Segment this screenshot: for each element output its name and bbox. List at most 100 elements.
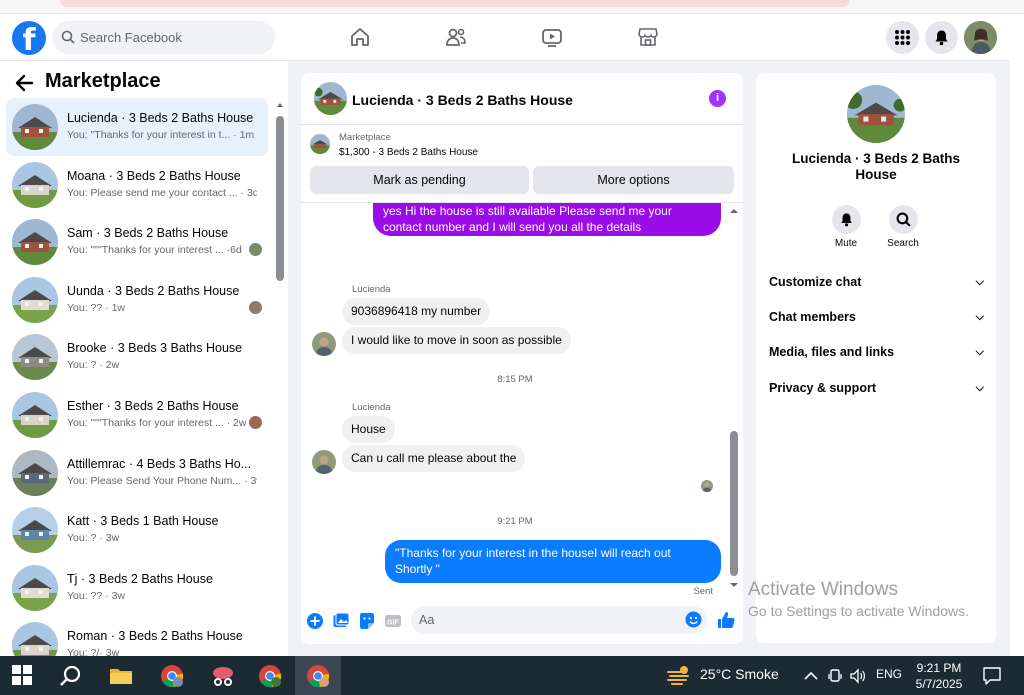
conversation-item[interactable]: Uunda · 3 Beds 2 Baths House You: ?? · 1w [6, 271, 268, 329]
emoji-icon[interactable] [685, 611, 702, 628]
conversation-item[interactable]: Attillemrac · 4 Beds 3 Baths Ho... You: P… [6, 444, 268, 502]
listing-thumbnail[interactable] [310, 134, 330, 154]
chat-members-row[interactable]: Chat members ⌵ [769, 306, 984, 328]
page-scrollbar[interactable] [1010, 14, 1024, 656]
weather-icon[interactable] [666, 664, 692, 688]
more-options-button[interactable]: More options [533, 166, 734, 194]
conversation-avatar[interactable] [12, 161, 58, 208]
plus-circle-icon[interactable] [306, 612, 324, 630]
profile-avatar[interactable] [964, 21, 997, 54]
mute-label: Mute [834, 238, 858, 249]
chat-title[interactable]: Lucienda · 3 Beds 2 Baths House [352, 92, 573, 108]
conversation-avatar[interactable] [12, 104, 58, 150]
file-explorer-button[interactable] [98, 656, 144, 695]
media-files-links-row[interactable]: Media, files and links ⌵ [769, 341, 984, 363]
sender-avatar-icon[interactable] [312, 332, 336, 356]
chevron-down-icon: ⌵ [975, 311, 984, 323]
language-indicator[interactable]: ENG [876, 667, 902, 681]
system-clock[interactable]: 9:21 PM 5/7/2025 [910, 660, 968, 692]
chevron-up-icon[interactable] [804, 670, 818, 682]
facebook-logo[interactable]: f [12, 21, 46, 55]
panel-avatar[interactable] [847, 85, 905, 143]
conversation-item[interactable]: Katt · 3 Beds 1 Bath House You: ? · 3w [6, 501, 268, 559]
conversation-avatar[interactable] [12, 449, 58, 496]
bell-icon [935, 30, 948, 46]
conversation-preview: You: ?/· 3w [67, 647, 120, 656]
conversation-item[interactable]: Roman · 3 Beds 2 Baths House You: ?/· 3w [6, 616, 268, 656]
privacy-support-row[interactable]: Privacy & support ⌵ [769, 377, 984, 399]
photo-icon[interactable] [332, 612, 350, 630]
conversation-preview: You: ?? · 1w [67, 301, 125, 314]
panel-conversation-name: Lucienda · 3 Beds 2 Baths House [791, 151, 961, 182]
speaker-icon[interactable] [849, 668, 867, 684]
incoming-message[interactable]: Can u call me please about the [342, 445, 526, 472]
chat-scrollbar[interactable] [729, 203, 739, 593]
scroll-up-icon[interactable] [729, 207, 739, 215]
conversation-name: Katt · 3 Beds 1 Bath House [67, 514, 219, 529]
conversation-avatar[interactable] [12, 392, 58, 438]
conversation-item[interactable]: Tj · 3 Beds 2 Baths House You: ?? · 3w [6, 559, 268, 617]
snip-tool-button[interactable] [200, 656, 246, 695]
incoming-message[interactable]: 9036896418 my number [342, 298, 491, 325]
conversation-avatar[interactable] [12, 276, 58, 323]
notification-center-icon[interactable] [982, 666, 1002, 686]
outgoing-message[interactable]: "Thanks for your interest in the houseI … [385, 540, 721, 583]
gif-icon[interactable]: GIF [384, 612, 402, 630]
listing-price[interactable]: $1,300 - 3 Beds 2 Baths House [339, 147, 478, 158]
taskbar-search-button[interactable] [48, 656, 94, 695]
message-input[interactable] [419, 606, 669, 634]
scroll-up-icon[interactable] [276, 101, 284, 109]
video-icon[interactable] [540, 25, 564, 49]
mute-circle[interactable] [831, 205, 861, 234]
scroll-down-icon[interactable] [729, 581, 739, 589]
search-in-conversation-button[interactable]: Search [879, 205, 927, 249]
thumbs-up-icon[interactable] [716, 610, 736, 630]
chat-avatar[interactable] [314, 82, 347, 115]
weather-text[interactable]: 25°C Smoke [700, 666, 779, 682]
conversation-item[interactable]: Lucienda · 3 Beds 2 Baths House You: "Tha… [6, 98, 268, 156]
chrome-profile-3-button[interactable] [295, 656, 341, 695]
mark-as-pending-button[interactable]: Mark as pending [310, 166, 529, 194]
search-box[interactable] [52, 21, 275, 54]
sender-avatar-icon[interactable] [312, 450, 336, 474]
house-photo-icon [12, 449, 58, 496]
home-icon[interactable] [348, 25, 372, 49]
conversation-avatar[interactable] [12, 622, 58, 656]
menu-button[interactable] [886, 21, 919, 54]
house-photo-icon [12, 392, 58, 438]
sidebar-scroll-thumb[interactable] [276, 116, 284, 281]
sticker-icon[interactable] [358, 612, 376, 630]
conversation-item[interactable]: Sam · 3 Beds 2 Baths House You: """Thanks… [6, 213, 268, 271]
conversation-avatar[interactable] [12, 219, 58, 266]
info-icon[interactable]: i [709, 90, 726, 107]
browser-tab[interactable] [60, 0, 850, 7]
message-composer: GIF [301, 603, 743, 644]
marketplace-icon[interactable] [636, 25, 660, 49]
incoming-message[interactable]: House [342, 416, 395, 443]
house-photo-icon [12, 507, 58, 554]
customize-chat-row[interactable]: Customize chat ⌵ [769, 271, 984, 293]
conversation-avatar[interactable] [12, 564, 58, 611]
conversation-item[interactable]: Brooke · 3 Beds 3 Baths House You: ? · 2w [6, 328, 268, 386]
notifications-button[interactable] [925, 21, 958, 54]
chat-scroll-thumb[interactable] [730, 431, 738, 576]
outgoing-message[interactable]: yes Hi the house is still available Plea… [373, 203, 721, 236]
conversation-item[interactable]: Moana · 3 Beds 2 Baths House You: Please … [6, 156, 268, 214]
device-icon[interactable] [828, 668, 842, 684]
chrome-profile-2-button[interactable] [247, 656, 293, 695]
start-button[interactable] [0, 656, 46, 695]
back-arrow-icon[interactable] [14, 73, 34, 93]
search-icon [896, 212, 911, 227]
mute-button[interactable]: Mute [822, 205, 870, 249]
windows-logo-icon [12, 665, 32, 685]
conversation-item[interactable]: Esther · 3 Beds 2 Baths House You: """Tha… [6, 386, 268, 444]
conversation-avatar[interactable] [12, 334, 58, 381]
message-field[interactable] [411, 606, 707, 634]
sidebar-scrollbar[interactable] [276, 101, 284, 646]
search-input[interactable] [80, 21, 270, 54]
search-circle[interactable] [888, 205, 918, 234]
incoming-message[interactable]: I would like to move in soon as possible [342, 327, 571, 354]
conversation-avatar[interactable] [12, 507, 58, 554]
chrome-profile-1-button[interactable] [149, 656, 195, 695]
friends-icon[interactable] [444, 25, 468, 49]
